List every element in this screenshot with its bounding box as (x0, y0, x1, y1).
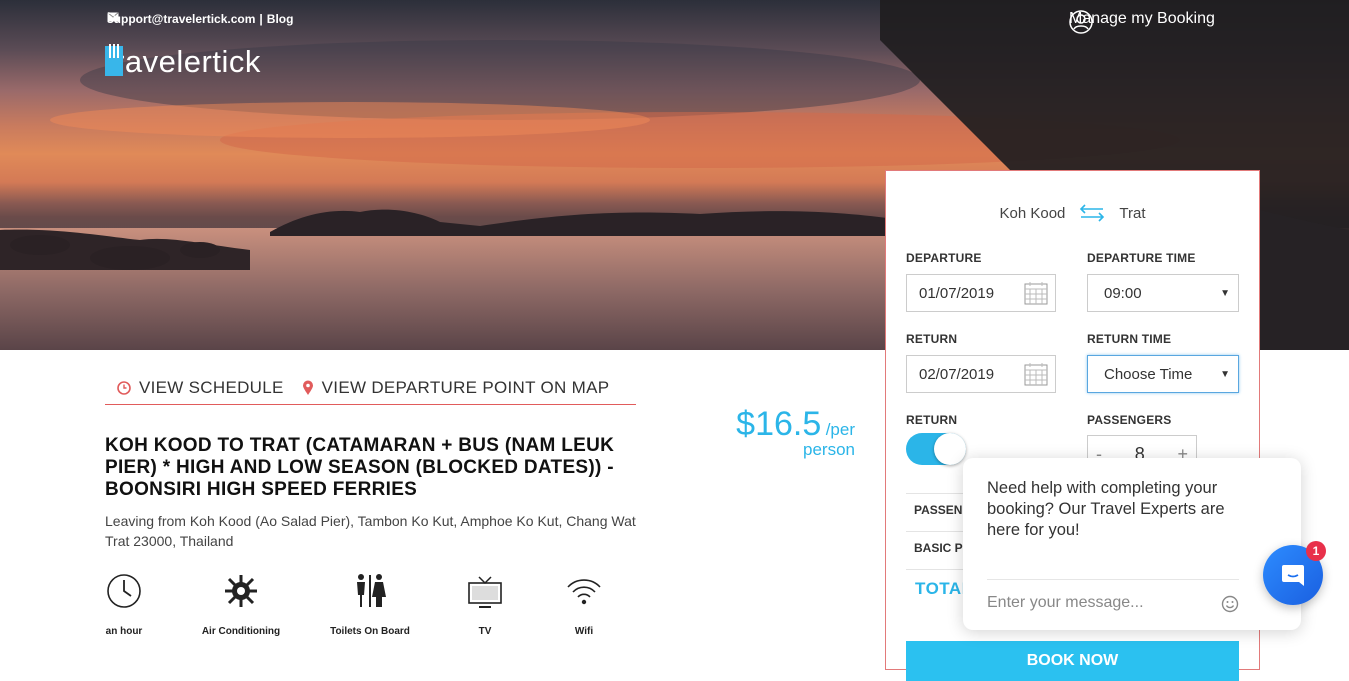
amenity-label: Toilets On Board (330, 626, 410, 637)
departure-time-value: 09:00 (1104, 284, 1142, 302)
calendar-icon[interactable] (1024, 281, 1048, 305)
departure-date-value: 01/07/2019 (919, 284, 995, 302)
book-now-button[interactable]: BOOK NOW (906, 641, 1239, 681)
trip-tabs: VIEW SCHEDULE VIEW DEPARTURE POINT ON MA… (105, 371, 636, 405)
amenity-label: Air Conditioning (201, 626, 281, 637)
calendar-icon[interactable] (1024, 362, 1048, 386)
return-time-value: Choose Time (1104, 365, 1193, 383)
route-header: Koh Kood Trat (886, 204, 1259, 222)
route-from: Koh Kood (999, 204, 1066, 222)
trip-title: KOH KOOD TO TRAT (CATAMARAN + BUS (NAM L… (105, 435, 615, 500)
passengers-fare-label: PASSEN (914, 503, 963, 517)
price-per: /per (825, 420, 855, 439)
amenity-duration: an hour (74, 573, 174, 637)
departure-address: Leaving from Koh Kood (Ao Salad Pier), T… (105, 513, 636, 549)
chat-message: Need help with completing your booking? … (987, 479, 1225, 539)
chat-divider (987, 579, 1239, 580)
departure-time-label: DEPARTURE TIME (1087, 251, 1196, 265)
amenity-label: TV (478, 626, 492, 637)
return-toggle-label: RETURN (906, 413, 958, 427)
wifi-icon (567, 579, 601, 605)
passengers-label: PASSENGERS (1087, 413, 1172, 427)
top-contact-bar: support@travelertick.com | Blog (107, 12, 293, 26)
return-time-select[interactable]: Choose Time ▼ (1087, 355, 1239, 393)
amenity-toilets: Toilets On Board (320, 573, 420, 637)
restroom-icon (357, 574, 386, 607)
chat-message-input[interactable]: Enter your message... (987, 594, 1227, 612)
tab-label: VIEW DEPARTURE POINT ON MAP (321, 377, 610, 397)
price-person: person (803, 440, 855, 459)
logo-text: travelertick (105, 44, 261, 79)
tab-view-map[interactable]: VIEW DEPARTURE POINT ON MAP (302, 378, 610, 398)
amenity-air-conditioning: Air Conditioning (191, 573, 291, 637)
rss-icon (107, 12, 117, 22)
snowflake-icon (225, 575, 257, 607)
amenity-wifi: Wifi (534, 573, 634, 637)
map-pin-icon (302, 380, 313, 395)
emoji-icon[interactable] (1221, 595, 1239, 613)
basic-price-label: BASIC P (914, 541, 963, 555)
return-date-input[interactable]: 02/07/2019 (906, 355, 1056, 393)
departure-label: DEPARTURE (906, 251, 982, 265)
user-circle-icon (1069, 10, 1093, 34)
tv-icon (468, 576, 502, 608)
support-email-link[interactable]: support@travelertick.com (107, 12, 255, 26)
site-logo[interactable]: travelertick (105, 44, 261, 80)
clock-icon (107, 574, 141, 608)
logo-mark-icon (105, 44, 123, 76)
unread-badge: 1 (1306, 541, 1326, 561)
blog-link[interactable]: Blog (267, 12, 294, 26)
toggle-knob (934, 433, 966, 465)
swap-arrows-icon[interactable] (1079, 204, 1105, 222)
amenity-tv: TV (435, 573, 535, 637)
route-to: Trat (1119, 204, 1146, 222)
chevron-down-icon: ▼ (1220, 287, 1230, 299)
return-date-value: 02/07/2019 (919, 365, 995, 383)
clock-icon (117, 380, 131, 395)
separator: | (259, 12, 263, 26)
tab-label: VIEW SCHEDULE (139, 377, 284, 397)
return-time-label: RETURN TIME (1087, 332, 1172, 346)
departure-date-input[interactable]: 01/07/2019 (906, 274, 1056, 312)
amenity-label: an hour (105, 626, 143, 637)
departure-time-select[interactable]: 09:00 ▼ (1087, 274, 1239, 312)
tab-view-schedule[interactable]: VIEW SCHEDULE (117, 378, 284, 398)
chat-bubble-icon (1282, 565, 1304, 586)
chat-popup: Need help with completing your booking? … (963, 458, 1301, 630)
return-label: RETURN (906, 332, 958, 346)
chevron-down-icon: ▼ (1220, 368, 1230, 380)
price-block: $16.5 /per person (700, 405, 855, 460)
manage-booking-link[interactable]: Manage my Booking (1069, 10, 1215, 34)
price-amount: $16.5 (736, 405, 822, 443)
return-toggle[interactable] (906, 433, 966, 465)
amenity-label: Wifi (574, 626, 594, 637)
